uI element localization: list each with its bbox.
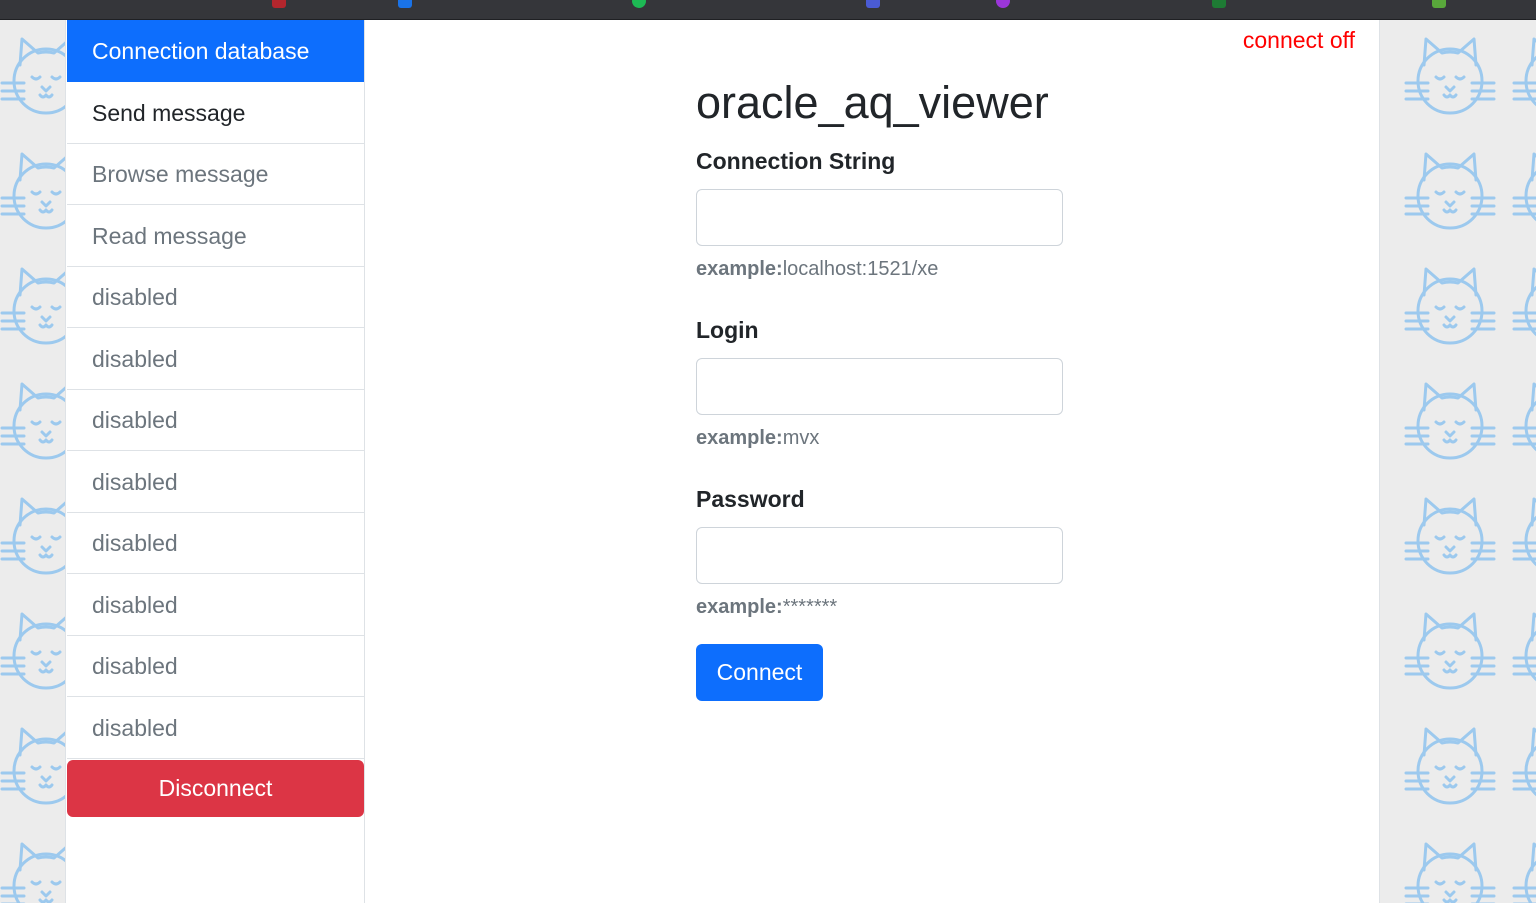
sidebar-nav: Connection database Send message Browse me… <box>66 20 365 903</box>
bookmark-favicon[interactable] <box>866 0 880 8</box>
sidebar-item-disabled[interactable]: disabled <box>67 512 364 574</box>
connection-string-label: Connection String <box>696 148 896 174</box>
cat-face-icon <box>1510 715 1536 811</box>
sidebar-item-disabled[interactable]: disabled <box>67 697 364 759</box>
hint-value: localhost:1521/xe <box>782 258 939 280</box>
cat-face-icon <box>1510 485 1536 581</box>
sidebar-item-disabled[interactable]: disabled <box>67 389 364 451</box>
password-label: Password <box>696 486 805 512</box>
cat-face-icon <box>1402 370 1498 466</box>
app-page: Connection database Send message Browse me… <box>65 20 1380 903</box>
hint-prefix: example: <box>696 596 783 618</box>
browser-bookmarks-bar <box>0 0 1536 20</box>
hint-value: mvx <box>782 427 820 449</box>
hint-prefix: example: <box>696 258 783 280</box>
login-label: Login <box>696 317 759 343</box>
cat-face-icon <box>1402 830 1498 903</box>
cat-face-icon <box>1402 255 1498 351</box>
bookmark-favicon[interactable] <box>1432 0 1446 8</box>
sidebar-item-disabled[interactable]: disabled <box>67 635 364 697</box>
hint-value: ******* <box>782 596 838 618</box>
sidebar-item-disabled[interactable]: disabled <box>67 266 364 328</box>
sidebar-item-send-message[interactable]: Send message <box>67 82 364 144</box>
bookmark-favicon[interactable] <box>632 0 646 8</box>
connection-form: oracle_aq_viewer Connection String examp… <box>696 76 1064 701</box>
cat-face-icon <box>1510 140 1536 236</box>
bookmark-favicon[interactable] <box>398 0 412 8</box>
cat-face-icon <box>1510 600 1536 696</box>
sidebar-item-connection-database[interactable]: Connection database <box>67 20 364 82</box>
password-input[interactable] <box>696 527 1063 584</box>
bookmark-favicon[interactable] <box>996 0 1010 8</box>
connect-button[interactable]: Connect <box>696 644 823 701</box>
sidebar-item-disabled[interactable]: disabled <box>67 328 364 390</box>
cat-face-icon <box>1510 25 1536 121</box>
bookmark-favicon[interactable] <box>1212 0 1226 8</box>
sidebar-item-read-message[interactable]: Read message <box>67 205 364 267</box>
sidebar-item-browse-message[interactable]: Browse message <box>67 143 364 205</box>
cat-face-icon <box>1510 830 1536 903</box>
connection-string-input[interactable] <box>696 189 1063 246</box>
cat-face-icon <box>1402 485 1498 581</box>
cat-face-icon <box>1402 600 1498 696</box>
disconnect-button[interactable]: Disconnect <box>67 760 364 817</box>
password-hint: example:******* <box>696 595 1064 619</box>
cat-face-icon <box>1402 715 1498 811</box>
cat-face-icon <box>1510 370 1536 466</box>
cat-face-icon <box>1402 25 1498 121</box>
login-hint: example:mvx <box>696 426 1064 450</box>
sidebar-item-disabled[interactable]: disabled <box>67 451 364 513</box>
connection-string-hint: example:localhost:1521/xe <box>696 257 1064 281</box>
cat-face-icon <box>1402 140 1498 236</box>
hint-prefix: example: <box>696 427 783 449</box>
login-input[interactable] <box>696 358 1063 415</box>
page-title: oracle_aq_viewer <box>696 77 1049 128</box>
connection-status: connect off <box>1242 27 1355 53</box>
sidebar-item-disabled[interactable]: disabled <box>67 574 364 636</box>
cat-face-icon <box>1510 255 1536 351</box>
bookmark-favicon[interactable] <box>272 0 286 8</box>
